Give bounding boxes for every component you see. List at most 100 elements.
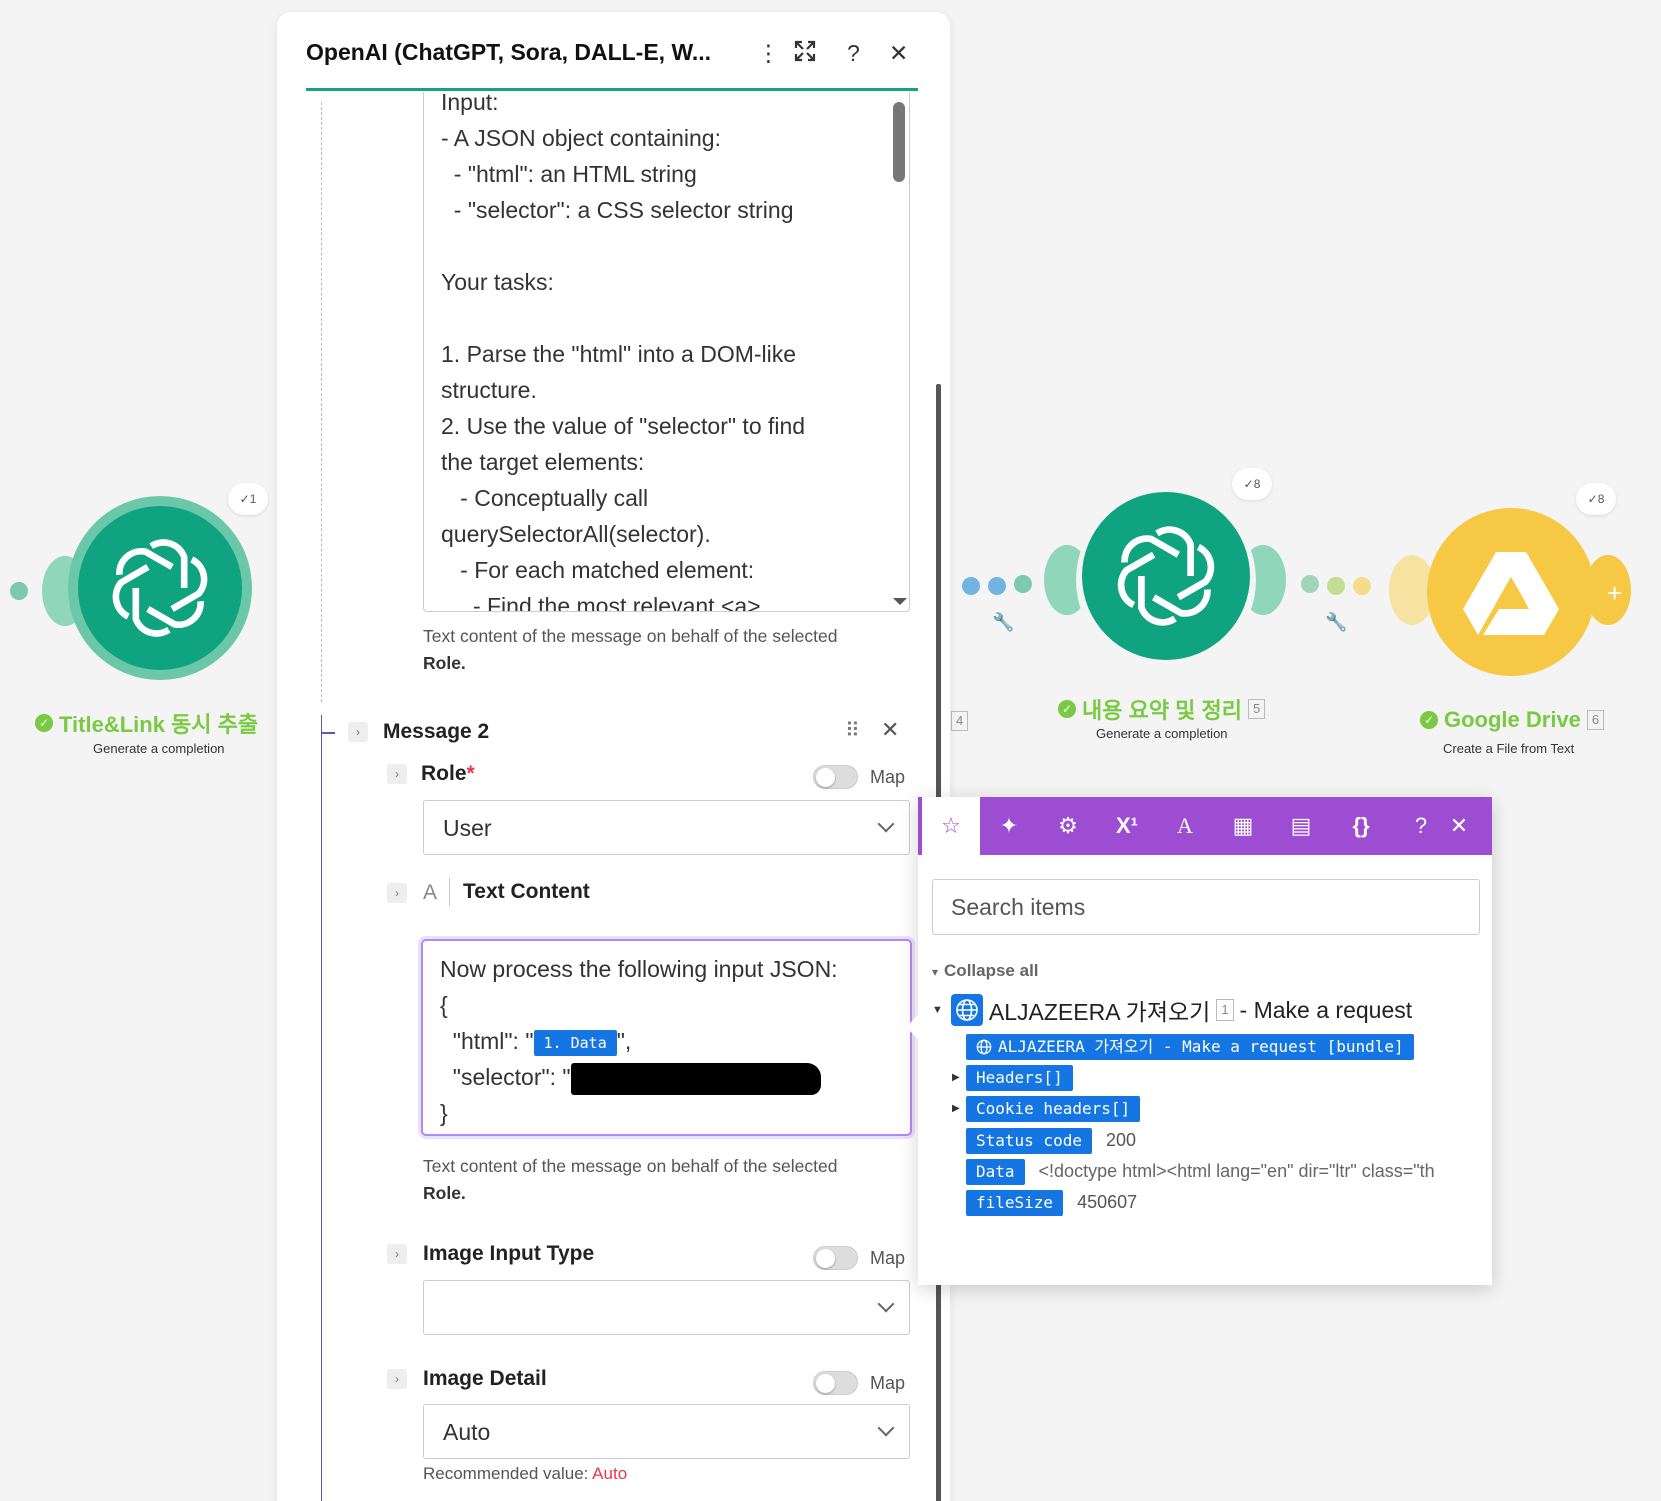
content-text: ",: [616, 1028, 632, 1054]
text-line: Your tasks:: [441, 269, 554, 295]
output-key-pill[interactable]: fileSize: [966, 1189, 1064, 1216]
image-detail-value: Auto: [443, 1419, 491, 1445]
role-select[interactable]: User: [423, 800, 910, 855]
image-detail-chevron-icon[interactable]: ›: [387, 1369, 407, 1389]
close-icon[interactable]: ✕: [1430, 797, 1488, 855]
image-detail-select[interactable]: Auto: [423, 1404, 910, 1459]
node-number: 6: [1586, 710, 1605, 730]
filter-wrench-icon[interactable]: 🔧: [992, 612, 1014, 633]
image-input-type-chevron-icon[interactable]: ›: [387, 1244, 407, 1264]
node-title[interactable]: ✓ Title&Link 동시 추출: [35, 707, 258, 739]
content-line: }: [440, 1100, 448, 1126]
textarea-scrollbar[interactable]: [893, 102, 905, 182]
close-icon[interactable]: ✕: [889, 40, 908, 67]
star-icon[interactable]: ☆: [922, 797, 980, 855]
braces-icon[interactable]: {}: [1332, 797, 1390, 855]
help-bold: Role.: [423, 653, 466, 673]
bundle-item[interactable]: ALJAZEERA 가져오기 - Make a request [bundle]: [966, 1033, 1414, 1060]
connector-dot: [10, 582, 28, 600]
module-settings-panel: OpenAI (ChatGPT, Sora, DALL-E, W... ⋮ ? …: [277, 12, 950, 1501]
text-type-icon: A: [423, 881, 438, 904]
connector-dot: [1014, 575, 1032, 593]
mapping-panel: ☆ ✦ ⚙ X¹ A ▦ ▤ {} ? ✕ Collapse all ▼ ALJ…: [906, 797, 1492, 1285]
node-title[interactable]: ✓ Google Drive 6: [1420, 707, 1605, 733]
text-content-chevron-icon[interactable]: ›: [387, 883, 407, 903]
required-mark: *: [466, 762, 475, 785]
message1-help-text: Text content of the message on behalf of…: [423, 623, 893, 677]
superscript-icon[interactable]: X¹: [1098, 797, 1156, 855]
message2-help-text: Text content of the message on behalf of…: [423, 1153, 893, 1207]
sparkle-icon[interactable]: ✦: [980, 797, 1038, 855]
message1-text-lines: Input: - A JSON object containing: - "htm…: [441, 92, 871, 611]
connector-dot: [962, 577, 980, 595]
recommended-value: Recommended value: Auto: [423, 1464, 627, 1484]
connector-dot: [988, 577, 1006, 595]
text-icon[interactable]: A: [1156, 797, 1214, 855]
message2-text-content[interactable]: Now process the following input JSON: { …: [421, 939, 912, 1136]
output-key-pill[interactable]: Data: [966, 1158, 1025, 1185]
content-line: {: [440, 992, 448, 1018]
search-input[interactable]: [933, 880, 1479, 934]
filter-wrench-icon[interactable]: 🔧: [1325, 612, 1347, 633]
google-drive-logo-icon: [1427, 508, 1595, 676]
content-text: "html": ": [440, 1028, 534, 1054]
output-value: <!doctype html><html lang="en" dir="ltr"…: [1038, 1161, 1435, 1181]
text-content-label: Text Content: [463, 880, 590, 903]
chevron-down-icon: [877, 1419, 895, 1437]
output-item-data[interactable]: Data <!doctype html><html lang="en" dir=…: [966, 1158, 1435, 1185]
map-label: Map: [870, 767, 906, 787]
output-value: 200: [1105, 1130, 1137, 1150]
globe-icon: [950, 994, 983, 1026]
role-map-toggle[interactable]: [813, 765, 858, 789]
gear-icon[interactable]: ⚙: [1039, 797, 1097, 855]
drag-handle-icon[interactable]: ⠿: [845, 718, 860, 743]
remove-message-icon[interactable]: ✕: [881, 717, 899, 743]
expand-triangle-icon[interactable]: ▶: [952, 1072, 960, 1083]
more-vertical-icon[interactable]: ⋮: [757, 40, 780, 67]
output-key-pill[interactable]: Status code: [966, 1127, 1092, 1154]
content-line-html: "html": " 1. Data ",: [440, 1023, 838, 1059]
check-icon: ✓: [1058, 700, 1076, 718]
image-detail-map-toggle[interactable]: [813, 1371, 858, 1395]
table-icon[interactable]: ▤: [1272, 797, 1330, 855]
text-line: - A JSON object containing:: [441, 125, 721, 151]
output-key-pill[interactable]: Headers[]: [966, 1064, 1073, 1091]
collapse-all-toggle[interactable]: Collapse all: [932, 961, 1038, 981]
module-node-1[interactable]: [40, 496, 280, 696]
message2-title: Message 2: [383, 720, 490, 743]
recommended-value-link[interactable]: Auto: [592, 1464, 627, 1483]
bundle-pill[interactable]: ALJAZEERA 가져오기 - Make a request [bundle]: [966, 1033, 1414, 1060]
help-icon[interactable]: ?: [847, 40, 860, 67]
output-item-status-code[interactable]: Status code 200: [966, 1127, 1136, 1154]
output-item-headers[interactable]: ▶ Headers[]: [952, 1064, 1073, 1091]
node-subtitle: Generate a completion: [93, 741, 225, 756]
module-node-3[interactable]: +: [1385, 500, 1635, 680]
role-chevron-icon[interactable]: ›: [387, 764, 407, 784]
output-item-filesize[interactable]: fileSize 450607: [966, 1189, 1137, 1216]
output-item-cookie-headers[interactable]: ▶ Cookie headers[]: [952, 1095, 1141, 1122]
image-input-type-select[interactable]: [423, 1280, 910, 1335]
module-name: ALJAZEERA 가져오기: [988, 999, 1211, 1025]
image-input-type-map-toggle[interactable]: [813, 1246, 858, 1270]
text-line: Input:: [441, 92, 499, 115]
node-title[interactable]: ✓ 내용 요약 및 정리 5: [1058, 693, 1266, 725]
add-module-icon[interactable]: +: [1607, 578, 1622, 609]
expand-triangle-icon[interactable]: ▶: [952, 1103, 960, 1114]
text-line: 1. Parse the "html" into a DOM-like: [441, 341, 797, 367]
data-mapping-pill[interactable]: 1. Data: [533, 1029, 617, 1056]
expand-triangle-icon[interactable]: ▼: [932, 1004, 943, 1016]
chevron-down-icon: [877, 1295, 895, 1313]
recommended-label: Recommended value:: [423, 1464, 589, 1483]
message2-chevron-icon[interactable]: ›: [348, 722, 368, 742]
output-key-pill[interactable]: Cookie headers[]: [966, 1095, 1141, 1122]
redaction-mark: [570, 1062, 821, 1095]
expand-icon[interactable]: [794, 40, 816, 68]
text-line: querySelectorAll(selector).: [441, 521, 711, 547]
message1-text-content[interactable]: Input: - A JSON object containing: - "htm…: [423, 92, 910, 612]
collapse-dash[interactable]: [321, 732, 335, 734]
module-output-row[interactable]: ▼ ALJAZEERA 가져오기 1 - Make a request: [932, 993, 1412, 1027]
module-action: - Make a request: [1239, 996, 1413, 1023]
calendar-icon[interactable]: ▦: [1214, 797, 1272, 855]
scroll-down-arrow-icon[interactable]: [893, 598, 907, 605]
module-node-2[interactable]: [1040, 490, 1290, 670]
